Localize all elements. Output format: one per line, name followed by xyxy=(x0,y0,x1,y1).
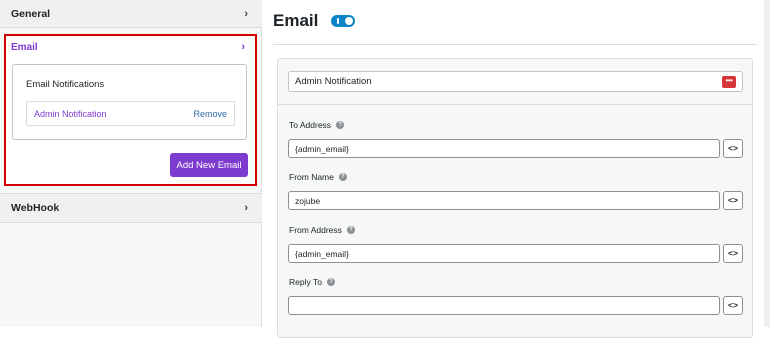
accordion-general-label: General xyxy=(11,7,51,20)
from-address-input[interactable] xyxy=(288,244,720,263)
help-icon[interactable]: ? xyxy=(346,226,355,234)
accordion-email[interactable]: Email › xyxy=(6,36,255,58)
scrollbar[interactable] xyxy=(764,0,770,327)
smart-tags-button[interactable]: <> xyxy=(723,139,743,158)
smart-tags-button[interactable]: <> xyxy=(723,296,743,315)
notification-settings-card: Admin Notification ••• To Address ? <> F… xyxy=(277,58,753,338)
reply-to-input[interactable] xyxy=(288,296,720,315)
email-notifications-card: Email Notifications Admin Notification R… xyxy=(12,64,247,140)
accordion-webhook[interactable]: WebHook › xyxy=(0,193,262,223)
add-new-email-button[interactable]: Add New Email xyxy=(170,153,248,177)
chevron-right-icon: › xyxy=(241,41,245,53)
accordion-email-label: Email xyxy=(11,41,38,53)
help-icon[interactable]: ? xyxy=(326,278,335,286)
divider xyxy=(273,44,757,45)
from-name-label-text: From Name xyxy=(289,172,334,182)
chevron-right-icon: › xyxy=(244,7,248,20)
list-item[interactable]: Admin Notification Remove xyxy=(26,101,235,126)
accordion-general[interactable]: General › xyxy=(0,0,262,28)
to-address-label: To Address ? xyxy=(289,120,345,130)
reply-to-label: Reply To ? xyxy=(289,277,335,287)
notification-card-header[interactable]: Admin Notification ••• xyxy=(288,71,743,92)
remove-notification-link[interactable]: Remove xyxy=(193,109,227,119)
help-icon[interactable]: ? xyxy=(338,173,347,181)
from-address-label-text: From Address xyxy=(289,225,342,235)
from-name-label: From Name ? xyxy=(289,172,347,182)
from-name-input[interactable] xyxy=(288,191,720,210)
notification-name[interactable]: Admin Notification xyxy=(34,109,107,119)
toggle-knob xyxy=(345,17,354,25)
more-options-icon[interactable]: ••• xyxy=(722,75,736,88)
reply-to-label-text: Reply To xyxy=(289,277,322,287)
help-icon[interactable]: ? xyxy=(336,121,345,129)
page-header: Email xyxy=(273,8,356,34)
accordion-webhook-label: WebHook xyxy=(11,202,60,214)
to-address-label-text: To Address xyxy=(289,120,332,130)
page-title: Email xyxy=(273,11,319,30)
email-enabled-toggle[interactable] xyxy=(331,15,356,27)
notification-card-title: Admin Notification xyxy=(295,76,372,87)
smart-tags-button[interactable]: <> xyxy=(723,191,743,210)
from-address-label: From Address ? xyxy=(289,225,355,235)
settings-sidebar: General › Email › Email Notifications Ad… xyxy=(0,0,262,327)
toggle-on-indicator xyxy=(337,18,340,24)
smart-tags-button[interactable]: <> xyxy=(723,244,743,263)
to-address-input[interactable] xyxy=(288,139,720,158)
accordion-email-section: Email › Email Notifications Admin Notifi… xyxy=(4,34,257,186)
chevron-right-icon: › xyxy=(244,202,248,214)
email-notifications-title: Email Notifications xyxy=(26,79,105,90)
divider xyxy=(278,104,752,105)
